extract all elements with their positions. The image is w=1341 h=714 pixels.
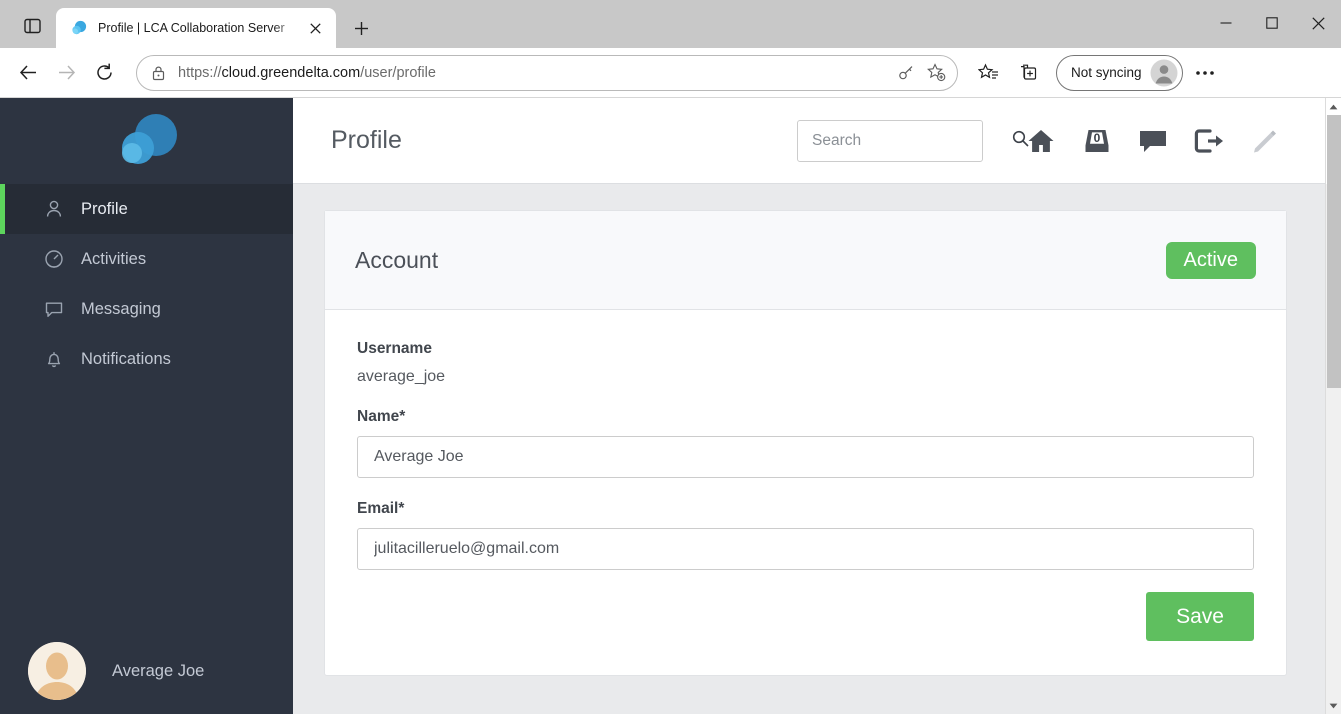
close-icon	[309, 22, 321, 34]
sidebar-item-profile[interactable]: Profile	[0, 184, 293, 234]
favorites-icon	[977, 63, 998, 79]
logout-icon[interactable]	[1193, 125, 1225, 157]
name-label: Name*	[357, 408, 406, 425]
person-icon	[43, 199, 65, 219]
url-text: https://cloud.greendelta.com/user/profil…	[178, 65, 891, 81]
password-key-icon	[899, 65, 913, 79]
tab-strip: Profile | LCA Collaboration Server	[0, 0, 1341, 48]
sidebar-item-label: Messaging	[81, 299, 161, 318]
header-actions: 0	[797, 119, 1281, 162]
page-viewport: Profile Activities Messaging Notificatio…	[0, 98, 1341, 714]
sidebar-logo[interactable]	[0, 98, 293, 184]
account-card: Account Active Username average_joe Name…	[324, 210, 1287, 676]
maximize-button[interactable]	[1249, 0, 1295, 46]
page-title: Profile	[331, 126, 402, 154]
back-arrow-icon	[19, 65, 36, 80]
password-key-button[interactable]	[891, 58, 921, 88]
chevron-down-icon	[1329, 703, 1338, 708]
close-icon	[1311, 16, 1325, 30]
lock-icon	[151, 65, 166, 81]
add-favorite-button[interactable]	[921, 58, 951, 88]
sidebar-item-activities[interactable]: Activities	[0, 234, 293, 284]
gauge-icon	[43, 249, 65, 269]
content-area: Profile Search 0 Account Active Username…	[293, 98, 1325, 714]
reload-button[interactable]	[86, 55, 122, 91]
search-box[interactable]	[797, 119, 1029, 162]
browser-settings-button[interactable]	[1187, 55, 1223, 91]
account-card-header: Account Active	[325, 211, 1286, 310]
email-label: Email*	[357, 500, 405, 517]
email-input[interactable]	[357, 528, 1254, 570]
browser-window: Profile | LCA Collaboration Server https…	[0, 0, 1341, 714]
address-bar[interactable]: https://cloud.greendelta.com/user/profil…	[136, 54, 958, 91]
tab-search-icon	[23, 18, 41, 34]
tab-title: Profile | LCA Collaboration Server	[98, 21, 285, 35]
chevron-up-icon	[1329, 104, 1338, 109]
search-input[interactable]	[812, 131, 1012, 150]
url-path: /user/profile	[360, 64, 436, 81]
reload-icon	[96, 63, 112, 80]
card-actions: Save	[357, 592, 1254, 641]
profile-sync-label: Not syncing	[1071, 65, 1142, 80]
forward-button	[48, 55, 84, 91]
window-controls	[1203, 0, 1341, 46]
sidebar-user-name: Average Joe	[112, 661, 205, 680]
sidebar-item-notifications[interactable]: Notifications	[0, 334, 293, 384]
sidebar-item-label: Notifications	[81, 349, 171, 368]
minimize-button[interactable]	[1203, 0, 1249, 46]
card-container: Account Active Username average_joe Name…	[293, 184, 1325, 676]
sidebar-item-messaging[interactable]: Messaging	[0, 284, 293, 334]
scrollbar-down-arrow[interactable]	[1326, 697, 1341, 714]
forward-arrow-icon	[58, 65, 75, 80]
profile-avatar-icon	[1150, 59, 1178, 86]
url-scheme: https://	[178, 64, 222, 81]
browser-tab[interactable]: Profile | LCA Collaboration Server	[56, 8, 336, 48]
status-badge: Active	[1165, 241, 1256, 279]
card-title: Account	[355, 246, 439, 273]
tab-close-button[interactable]	[302, 15, 328, 41]
edit-pencil-icon[interactable]	[1249, 125, 1281, 157]
inbox-icon[interactable]: 0	[1081, 125, 1113, 157]
plus-icon	[354, 21, 368, 35]
greendelta-cloud-logo	[121, 114, 177, 164]
username-label: Username	[357, 340, 432, 357]
sidebar-item-label: Profile	[81, 199, 128, 218]
close-window-button[interactable]	[1295, 0, 1341, 46]
scrollbar-up-arrow[interactable]	[1326, 98, 1341, 115]
page-scrollbar[interactable]	[1325, 98, 1341, 714]
application-root: Profile Activities Messaging Notificatio…	[0, 98, 1325, 714]
name-input[interactable]	[357, 436, 1254, 478]
minimize-icon	[1220, 22, 1232, 24]
profile-sync-button[interactable]: Not syncing	[1056, 54, 1183, 91]
bell-icon	[43, 349, 65, 369]
browser-toolbar: https://cloud.greendelta.com/user/profil…	[0, 48, 1341, 98]
sidebar-item-label: Activities	[81, 249, 147, 268]
scrollbar-thumb[interactable]	[1327, 115, 1341, 388]
add-favorite-star-icon	[926, 63, 945, 82]
new-tab-button[interactable]	[344, 11, 378, 45]
settings-ellipsis-icon	[1195, 70, 1214, 75]
sidebar: Profile Activities Messaging Notificatio…	[0, 98, 293, 714]
chat-bubble-icon	[43, 299, 65, 319]
url-host: cloud.greendelta.com	[221, 64, 361, 81]
chat-icon[interactable]	[1137, 125, 1169, 157]
collections-button[interactable]	[1010, 55, 1046, 91]
save-button[interactable]: Save	[1146, 592, 1254, 641]
sidebar-nav: Profile Activities Messaging Notificatio…	[0, 184, 293, 384]
greendelta-cloud-favicon	[72, 20, 87, 35]
tab-search-button[interactable]	[10, 6, 54, 46]
app-header: Profile Search 0	[293, 98, 1325, 184]
account-card-body: Username average_joe Name* Email* Save	[325, 310, 1286, 675]
back-button[interactable]	[10, 55, 46, 91]
default-user-avatar	[28, 642, 86, 700]
username-value: average_joe	[357, 368, 446, 385]
inbox-badge-count: 0	[1094, 131, 1101, 145]
favorites-button[interactable]	[970, 55, 1006, 91]
home-icon[interactable]	[1025, 125, 1057, 157]
collections-icon	[1020, 64, 1036, 80]
maximize-icon	[1266, 17, 1278, 29]
sidebar-user[interactable]: Average Joe	[0, 642, 293, 700]
